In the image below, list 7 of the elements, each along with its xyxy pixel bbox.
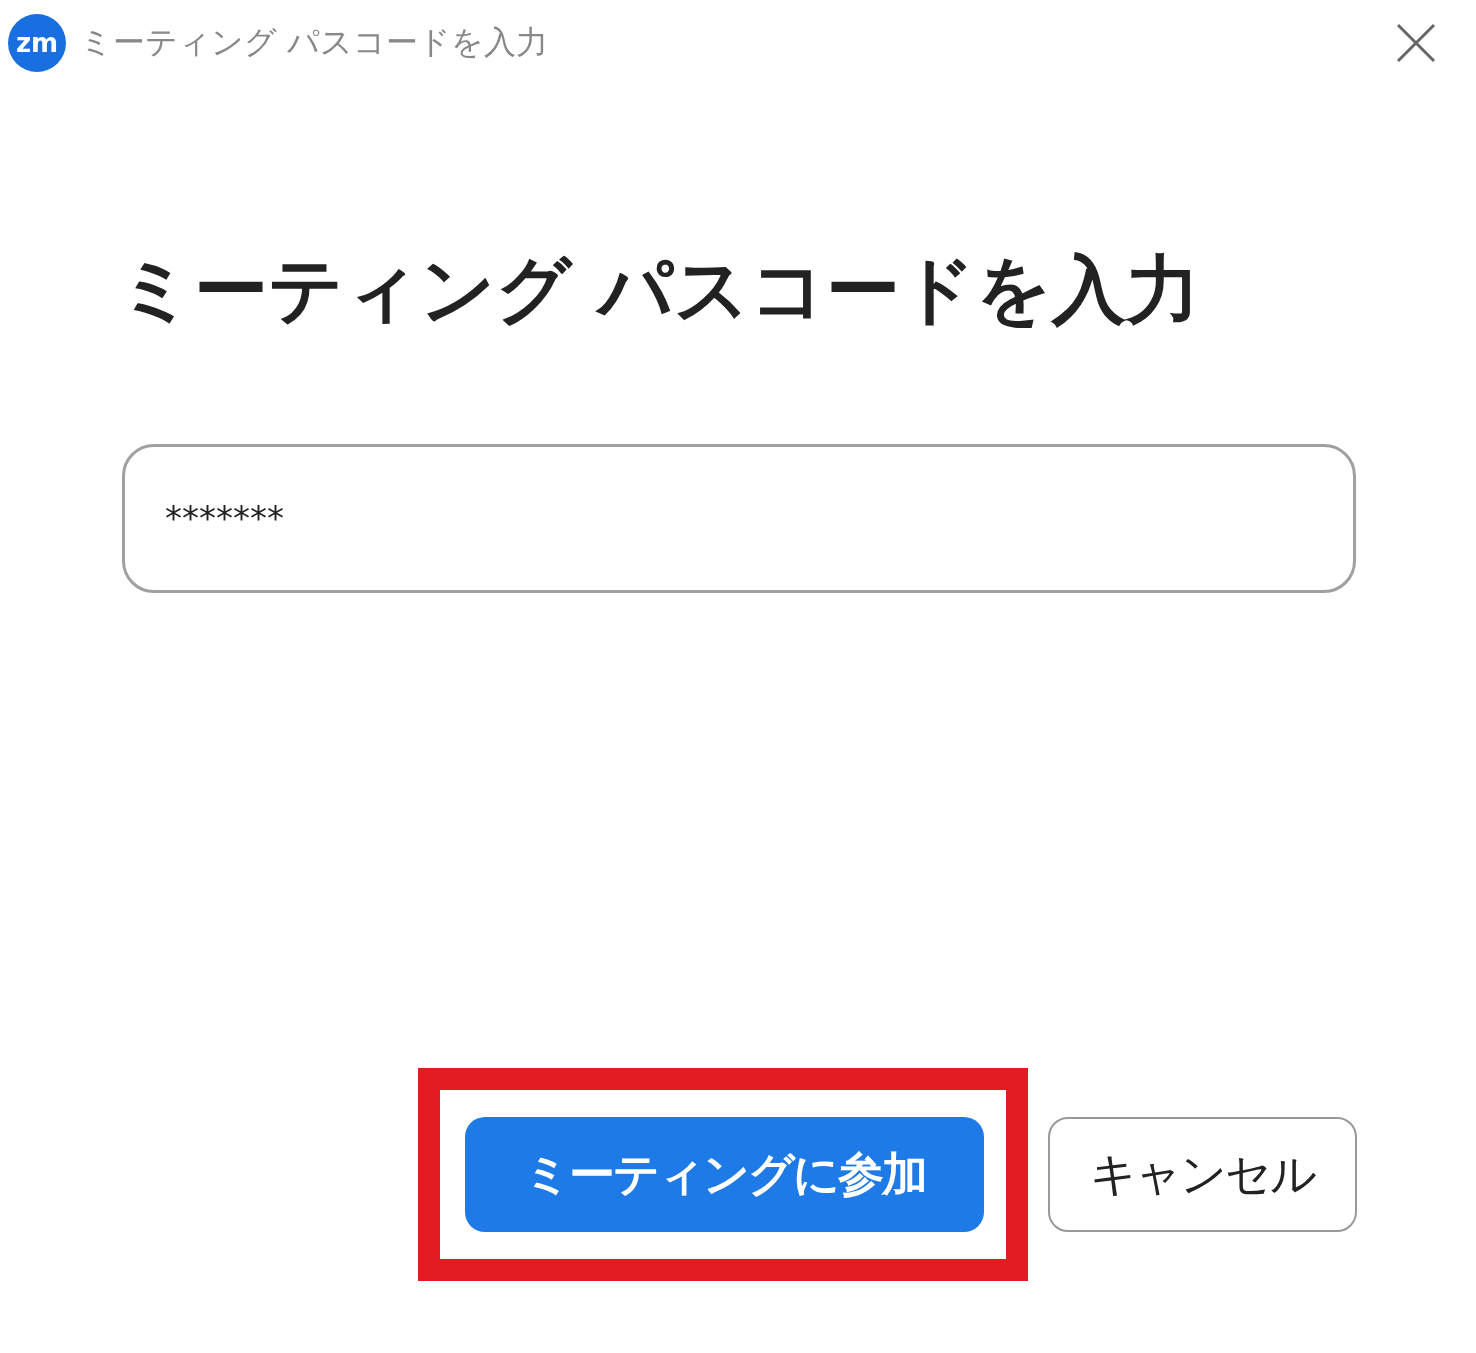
dialog-heading: ミーティング パスコードを入力 bbox=[118, 245, 1201, 334]
close-icon[interactable] bbox=[1396, 22, 1436, 63]
join-button[interactable]: ミーティングに参加 bbox=[465, 1117, 984, 1232]
window-title: ミーティング パスコードを入力 bbox=[80, 21, 549, 63]
app-logo: zm bbox=[8, 13, 66, 72]
cancel-button[interactable]: キャンセル bbox=[1048, 1117, 1357, 1232]
passcode-field[interactable]: ******* bbox=[122, 443, 1356, 593]
